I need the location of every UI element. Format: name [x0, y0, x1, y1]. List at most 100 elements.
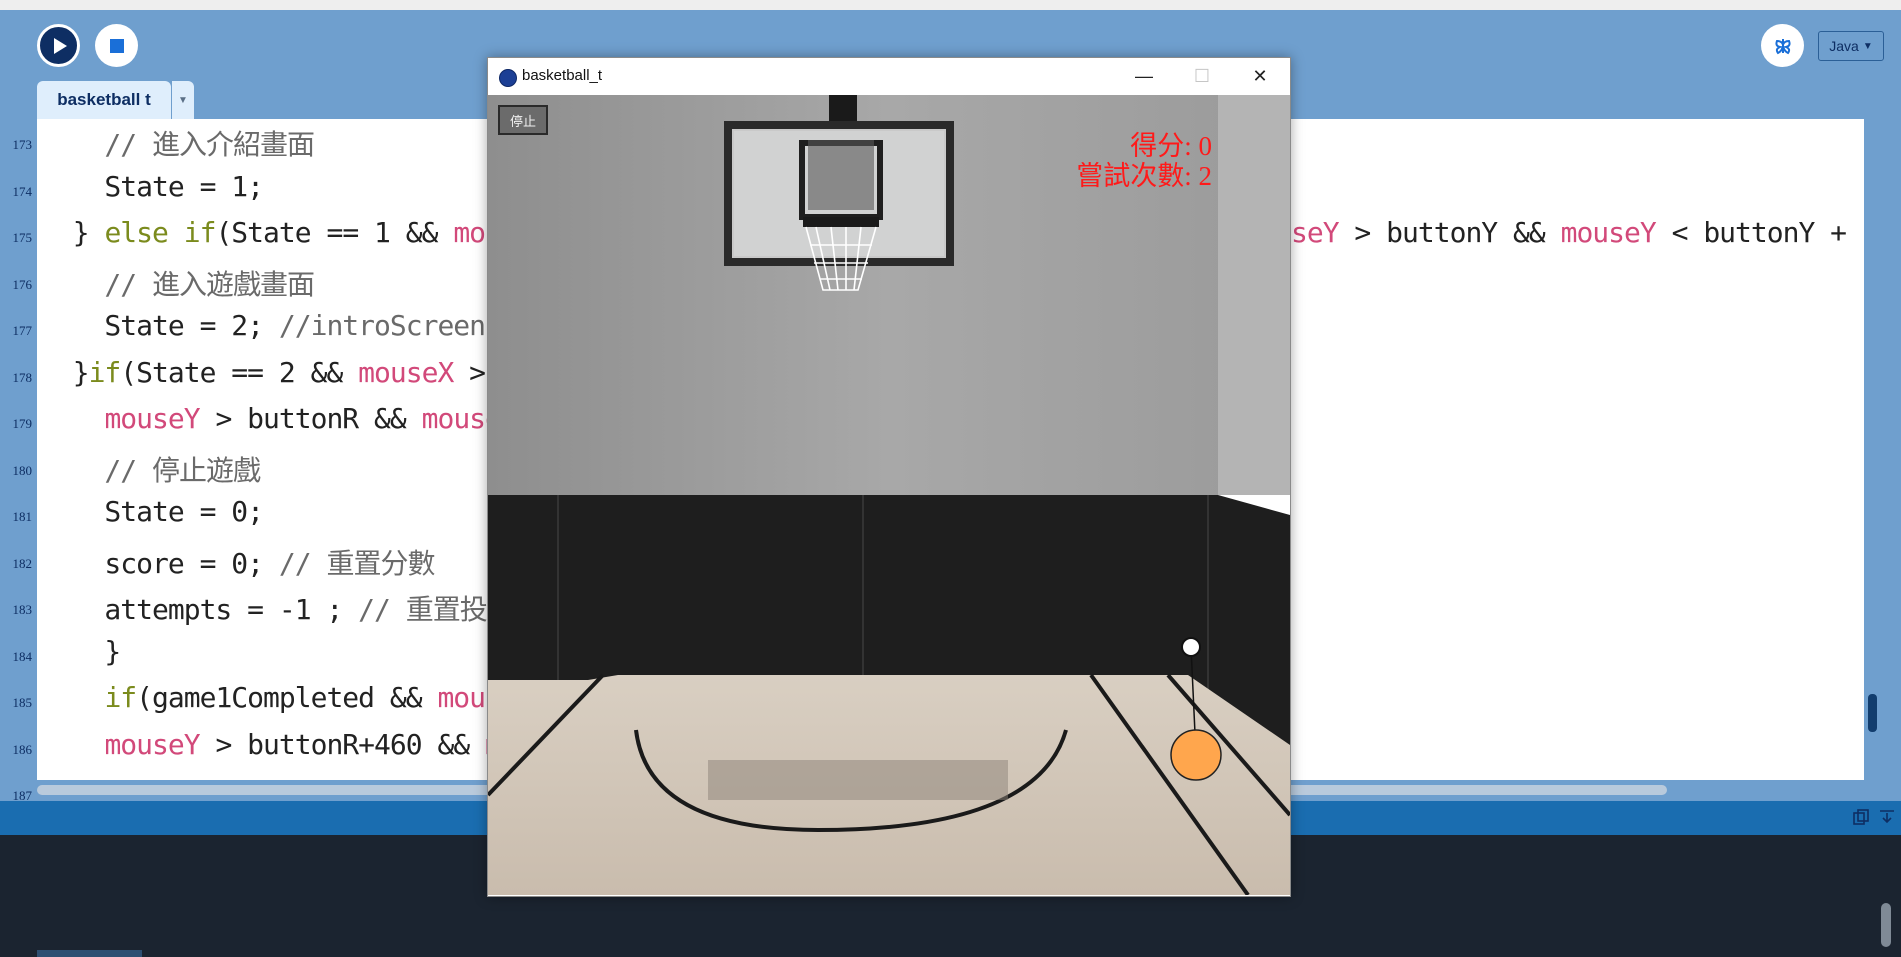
rim: [803, 217, 879, 227]
stop-button[interactable]: [95, 24, 138, 67]
basketball-court-scene: [488, 95, 1290, 895]
console-tab[interactable]: [37, 950, 142, 957]
code-line[interactable]: // 進入遊戲畫面: [41, 263, 315, 303]
game-canvas[interactable]: 停止 得分: 0 嘗試次數: 2: [488, 95, 1290, 895]
code-token: // 重置分數: [278, 546, 436, 580]
language-value: Java: [1829, 38, 1859, 54]
code-token: }: [41, 355, 90, 389]
minimize-icon: —: [1135, 66, 1153, 86]
code-token: else if: [104, 216, 216, 249]
debugger-button[interactable]: [1761, 24, 1804, 67]
line-number: 177: [12, 323, 33, 338]
code-token: // 回首頁: [41, 779, 234, 780]
code-token: if: [104, 681, 137, 714]
code-line[interactable]: State = 2; //introScreen =: [41, 309, 517, 342]
code-token: mouseY: [104, 727, 200, 761]
code-token: (State == 1 &&: [215, 216, 454, 249]
line-number: 173: [12, 137, 33, 152]
code-line[interactable]: // 回首頁: [41, 774, 234, 780]
language-select[interactable]: Java ▼: [1818, 31, 1884, 61]
run-button[interactable]: [37, 24, 80, 67]
code-line[interactable]: }: [41, 634, 121, 668]
close-icon: ✕: [1252, 66, 1268, 86]
maximize-icon: ☐: [1193, 66, 1211, 86]
line-number: 185: [12, 695, 33, 710]
line-number: 180: [12, 462, 33, 478]
tab-basketball[interactable]: basketball t: [37, 81, 171, 119]
line-number: 179: [12, 416, 33, 431]
code-token: mouseY: [1560, 216, 1657, 249]
maximize-button: ☐: [1173, 58, 1231, 95]
code-line[interactable]: // 進入介紹畫面: [41, 123, 315, 163]
basketball[interactable]: [1170, 729, 1222, 781]
processing-ide: Java ▼ basketball t ▼ 173 174 175 176 177 178…: [0, 0, 1901, 957]
code-token: seY: [1291, 216, 1340, 249]
code-token: > buttonR+460 &&: [199, 727, 486, 761]
code-line[interactable]: } else if(State == 1 && mous: [41, 216, 518, 249]
code-line[interactable]: mouseY > buttonR && mouseY: [41, 402, 517, 435]
code-token: > buttonR &&: [199, 402, 422, 435]
code-line[interactable]: State = 1;: [41, 169, 264, 203]
code-line[interactable]: score = 0; // 重置分數: [41, 542, 436, 582]
code-token: mouseY: [104, 402, 200, 435]
score-panel: 得分: 0 嘗試次數: 2: [1076, 131, 1212, 191]
code-line[interactable]: }if(State == 2 && mouseX > b: [41, 355, 518, 389]
close-button[interactable]: ✕: [1231, 58, 1289, 95]
code-token: > buttonY &&: [1338, 216, 1561, 249]
code-token: State = 2;: [41, 309, 279, 342]
code-token: attempts = -1 ;: [41, 593, 359, 626]
code-token: }: [41, 634, 121, 668]
code-token: }: [41, 216, 105, 249]
code-line[interactable]: State = 0;: [41, 495, 264, 528]
code-token: State = 0;: [41, 495, 264, 528]
code-line[interactable]: mouseY > buttonR+460 && mo: [41, 728, 517, 761]
tab-label: basketball t: [57, 90, 151, 109]
aim-handle[interactable]: [1181, 637, 1201, 657]
code-token: mouseX: [358, 355, 454, 389]
line-number: 178: [12, 369, 33, 385]
code-token: //introScreen =: [278, 309, 518, 342]
code-token: // 進入介紹畫面: [41, 128, 315, 161]
stop-game-button[interactable]: 停止: [498, 105, 548, 135]
code-token: (State == 2 &&: [120, 355, 359, 389]
shadow: [708, 760, 1008, 800]
editor-right-margin: [1864, 119, 1901, 780]
code-token: State = 1;: [41, 169, 264, 203]
play-icon: [54, 37, 67, 54]
code-token: < buttonY + but: [1671, 216, 1864, 249]
line-number: 183: [12, 602, 33, 617]
line-gutter: 173 174 175 176 177 178 179 180 181 182 183 184 185 1…: [0, 119, 37, 803]
code-line[interactable]: // 停止遊戲: [41, 449, 261, 489]
code-line[interactable]: attempts = -1 ; // 重置投籃: [41, 588, 514, 628]
copy-icon[interactable]: [1852, 808, 1872, 826]
line-number: 175: [12, 230, 33, 245]
processing-app-icon: [499, 69, 517, 87]
score-label: 得分: 0: [1130, 131, 1212, 161]
download-icon[interactable]: [1878, 808, 1898, 826]
console-scrollbar[interactable]: [1881, 903, 1891, 947]
sketch-titlebar[interactable]: basketball_t — ☐ ✕: [488, 58, 1290, 95]
code-token: score = 0;: [41, 546, 279, 580]
code-token: if: [88, 355, 122, 389]
editor-vertical-scrollbar[interactable]: [1868, 694, 1877, 732]
code-line[interactable]: if(game1Completed && mouse: [41, 681, 517, 714]
line-number: 186: [12, 741, 33, 757]
window-top-strip: [0, 0, 1901, 10]
side-wall: [1218, 95, 1290, 495]
stop-game-label: 停止: [509, 113, 536, 129]
code-token: (game1Completed &&: [136, 681, 438, 714]
line-number: 174: [12, 183, 33, 199]
line-number: 184: [12, 648, 33, 664]
line-number: 176: [12, 276, 33, 292]
code-token: // 進入遊戲畫面: [41, 267, 315, 301]
line-number: 182: [12, 555, 33, 571]
sketch-window: basketball_t — ☐ ✕ 停止 得分: 0 嘗試次數: 2: [487, 57, 1291, 897]
code-line-fragment[interactable]: seY > buttonY && mouseY < buttonY + but: [1291, 216, 1864, 249]
tab-menu-button[interactable]: ▼: [172, 81, 194, 119]
butterfly-icon: [1774, 38, 1791, 54]
minimize-button[interactable]: —: [1115, 58, 1173, 95]
chevron-down-icon: ▼: [178, 94, 188, 106]
